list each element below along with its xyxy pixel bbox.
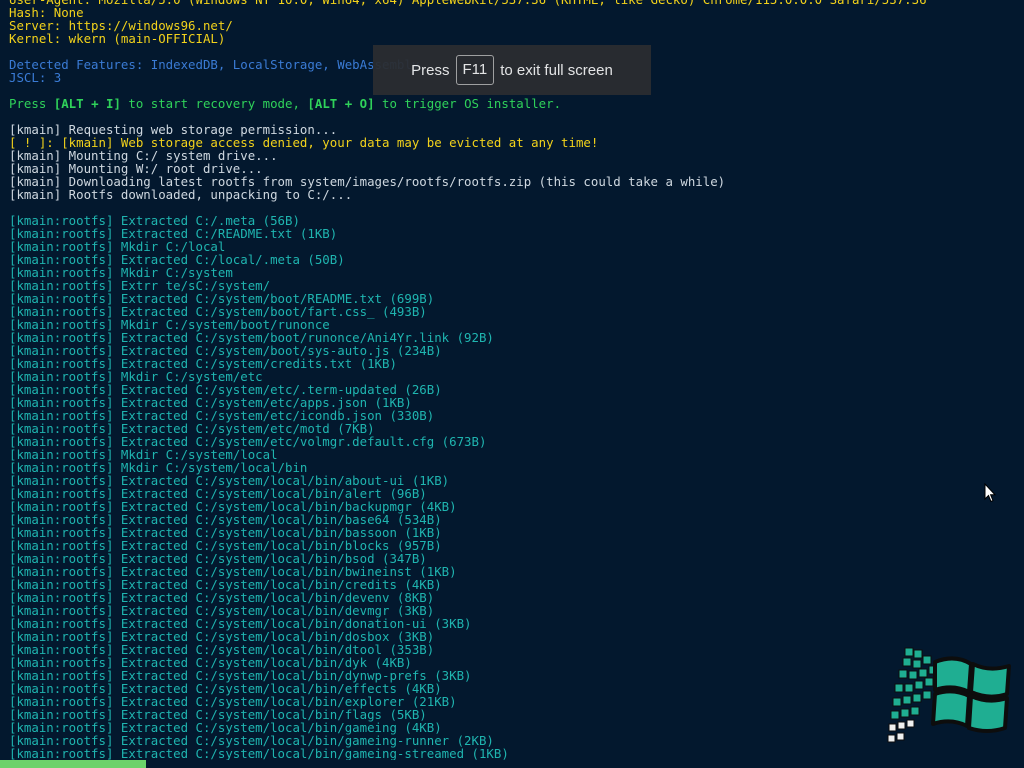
console-keybinding: [ALT + O] <box>307 96 375 111</box>
console-line: JSCL: 3 <box>9 70 62 85</box>
console-text: to start recovery mode, <box>120 96 308 111</box>
console-line: [kmain:rootfs] Extracted C:/system/local… <box>9 746 509 760</box>
console-line: Kernel: wkern (main-OFFICIAL) <box>9 31 226 46</box>
console-keybinding: [ALT + I] <box>53 96 121 111</box>
arrow-cursor-icon <box>984 483 996 503</box>
boot-progress-fill <box>0 760 147 768</box>
fullscreen-exit-notice: Press F11 to exit full screen <box>373 45 651 95</box>
notice-suffix: to exit full screen <box>500 61 613 79</box>
notice-prefix: Press <box>411 61 450 79</box>
console-line: [kmain] Rootfs downloaded, unpacking to … <box>9 187 353 202</box>
boot-console: User-Agent: Mozilla/5.0 (Windows NT 10.0… <box>0 0 1024 760</box>
f11-key-badge: F11 <box>455 55 495 85</box>
console-line: Detected Features: IndexedDB, LocalStora… <box>9 57 420 72</box>
boot-progress-bar <box>0 760 1024 768</box>
console-line: User-Agent: Mozilla/5.0 (Windows NT 10.0… <box>9 0 927 6</box>
windows96-logo-icon <box>887 647 1011 743</box>
console-text: Press <box>9 96 54 111</box>
console-line: Press [ALT + I] to start recovery mode, … <box>9 97 561 110</box>
console-text: to trigger OS installer. <box>374 96 562 111</box>
